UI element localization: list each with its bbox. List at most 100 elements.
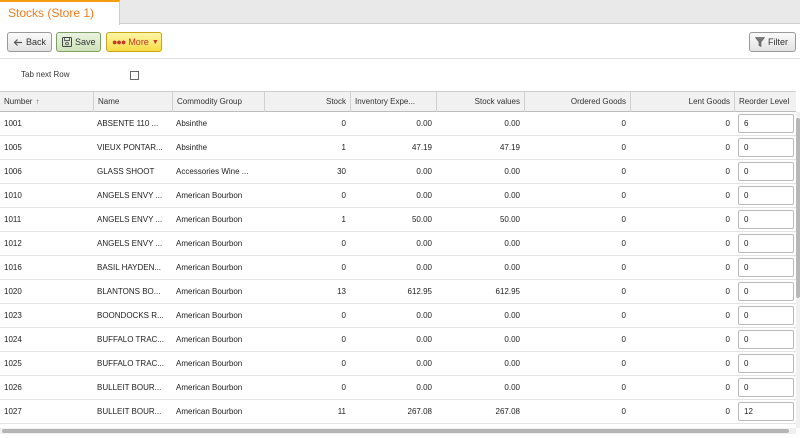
cell-stock: 30: [337, 167, 346, 176]
cell-number: 1012: [4, 239, 22, 248]
reorder-level-input[interactable]: 12: [738, 402, 794, 421]
cell-ordered-goods: 0: [621, 359, 626, 368]
cell-name: ANGELS ENVY ...: [97, 191, 163, 200]
cell-inventory-expense: 50.00: [411, 215, 432, 224]
cell-commodity-group: American Bourbon: [176, 239, 243, 248]
cell-ordered-goods: 0: [621, 287, 626, 296]
cell-name: ANGELS ENVY ...: [97, 215, 163, 224]
vertical-scrollbar[interactable]: [796, 112, 800, 428]
table-row[interactable]: 1005 VIEUX PONTAR... Absinthe 1 47.19 47.19 0 0…: [0, 136, 796, 160]
cell-stock: 0: [341, 383, 346, 392]
cell-stock-value: 612.95: [495, 287, 520, 296]
reorder-level-input[interactable]: 0: [738, 138, 794, 157]
cell-lent-goods: 0: [725, 287, 730, 296]
save-button[interactable]: Save: [56, 32, 101, 52]
toolbar: Back Save ●●● More ▼ Filter: [0, 25, 800, 59]
reorder-level-input[interactable]: 0: [738, 282, 794, 301]
tab-next-row-checkbox[interactable]: [130, 71, 139, 80]
column-header-stock[interactable]: Stock: [264, 92, 350, 112]
reorder-level-input[interactable]: 0: [738, 258, 794, 277]
table-row[interactable]: 1016 BASIL HAYDEN... American Bourbon 0 0.00…: [0, 256, 796, 280]
cell-inventory-expense: 612.95: [407, 287, 432, 296]
cell-commodity-group: American Bourbon: [176, 335, 243, 344]
column-header-stock-values[interactable]: Stock values: [436, 92, 524, 112]
cell-stock-value: 0.00: [504, 383, 520, 392]
table-row[interactable]: 1026 BULLEIT BOUR... American Bourbon 0 0.00…: [0, 376, 796, 400]
table-row[interactable]: 1010 ANGELS ENVY ... American Bourbon 0 0.00…: [0, 184, 796, 208]
reorder-level-input[interactable]: 0: [738, 186, 794, 205]
reorder-level-input[interactable]: 0: [738, 330, 794, 349]
cell-ordered-goods: 0: [621, 167, 626, 176]
table-row[interactable]: 1027 BULLEIT BOUR... American Bourbon 11 267…: [0, 400, 796, 424]
vertical-scroll-thumb[interactable]: [796, 118, 800, 298]
cell-commodity-group: American Bourbon: [176, 359, 243, 368]
funnel-icon: [755, 37, 765, 47]
cell-lent-goods: 0: [725, 263, 730, 272]
cell-inventory-expense: 0.00: [416, 359, 432, 368]
cell-lent-goods: 0: [725, 359, 730, 368]
back-label: Back: [26, 37, 47, 47]
table-row[interactable]: 1006 GLASS SHOOT Accessories Wine ... 30 0.0…: [0, 160, 796, 184]
cell-name: BUFFALO TRAC...: [97, 335, 164, 344]
column-header-number[interactable]: Number ↑: [0, 92, 93, 112]
cell-stock: 0: [341, 119, 346, 128]
cell-ordered-goods: 0: [621, 215, 626, 224]
cell-stock-value: 0.00: [504, 359, 520, 368]
cell-number: 1005: [4, 143, 22, 152]
reorder-level-input[interactable]: 0: [738, 306, 794, 325]
table-row[interactable]: 1025 BUFFALO TRAC... American Bourbon 0 0.00…: [0, 352, 796, 376]
cell-number: 1011: [4, 215, 22, 224]
reorder-level-input[interactable]: 0: [738, 354, 794, 373]
cell-ordered-goods: 0: [621, 407, 626, 416]
cell-ordered-goods: 0: [621, 383, 626, 392]
reorder-level-input[interactable]: 0: [738, 210, 794, 229]
reorder-level-input[interactable]: 6: [738, 114, 794, 133]
cell-lent-goods: 0: [725, 119, 730, 128]
cell-number: 1020: [4, 287, 22, 296]
floppy-disk-icon: [62, 37, 72, 47]
cell-inventory-expense: 0.00: [416, 311, 432, 320]
column-header-ordered-goods[interactable]: Ordered Goods: [524, 92, 630, 112]
more-label: More: [128, 37, 149, 47]
cell-stock-value: 0.00: [504, 167, 520, 176]
table-row[interactable]: 1024 BUFFALO TRAC... American Bourbon 0 0.00…: [0, 328, 796, 352]
reorder-level-input[interactable]: 0: [738, 234, 794, 253]
filter-button[interactable]: Filter: [749, 32, 796, 52]
cell-inventory-expense: 0.00: [416, 239, 432, 248]
table-row[interactable]: 1011 ANGELS ENVY ... American Bourbon 1 50.0…: [0, 208, 796, 232]
reorder-level-input[interactable]: 0: [738, 162, 794, 181]
cell-lent-goods: 0: [725, 215, 730, 224]
cell-stock: 0: [341, 191, 346, 200]
cell-stock-value: 267.08: [495, 407, 520, 416]
table-header: Number ↑ Name Commodity Group Stock Inven…: [0, 91, 796, 112]
horizontal-scrollbar[interactable]: [0, 428, 796, 434]
cell-stock-value: 0.00: [504, 191, 520, 200]
reorder-level-input[interactable]: 0: [738, 378, 794, 397]
cell-inventory-expense: 0.00: [416, 335, 432, 344]
back-button[interactable]: Back: [7, 32, 52, 52]
save-label: Save: [75, 37, 96, 47]
table-row[interactable]: 1012 ANGELS ENVY ... American Bourbon 0 0.00…: [0, 232, 796, 256]
cell-inventory-expense: 0.00: [416, 383, 432, 392]
tab-stocks[interactable]: Stocks (Store 1): [0, 0, 120, 25]
table-row[interactable]: 1001 ABSENTE 110 ... Absinthe 0 0.00 0.00 0 0 6: [0, 112, 796, 136]
cell-ordered-goods: 0: [621, 191, 626, 200]
column-header-reorder-level[interactable]: Reorder Level: [734, 92, 796, 112]
column-header-name[interactable]: Name: [93, 92, 172, 112]
column-header-commodity-group[interactable]: Commodity Group: [172, 92, 264, 112]
more-button[interactable]: ●●● More ▼: [106, 32, 162, 52]
cell-stock: 0: [341, 335, 346, 344]
cell-ordered-goods: 0: [621, 263, 626, 272]
table-row[interactable]: 1020 BLANTONS BO... American Bourbon 13 612.…: [0, 280, 796, 304]
cell-inventory-expense: 0.00: [416, 119, 432, 128]
cell-name: VIEUX PONTAR...: [97, 143, 163, 152]
tab-title: Stocks (Store 1): [8, 6, 95, 20]
horizontal-scroll-thumb[interactable]: [2, 429, 789, 433]
cell-stock-value: 0.00: [504, 239, 520, 248]
table-row[interactable]: 1023 BOONDOCKS R... American Bourbon 0 0.00 0…: [0, 304, 796, 328]
cell-commodity-group: American Bourbon: [176, 311, 243, 320]
column-header-lent-goods[interactable]: Lent Goods: [630, 92, 734, 112]
cell-commodity-group: Accessories Wine ...: [176, 167, 249, 176]
column-header-inventory-expense[interactable]: Inventory Expe...: [350, 92, 436, 112]
cell-lent-goods: 0: [725, 239, 730, 248]
